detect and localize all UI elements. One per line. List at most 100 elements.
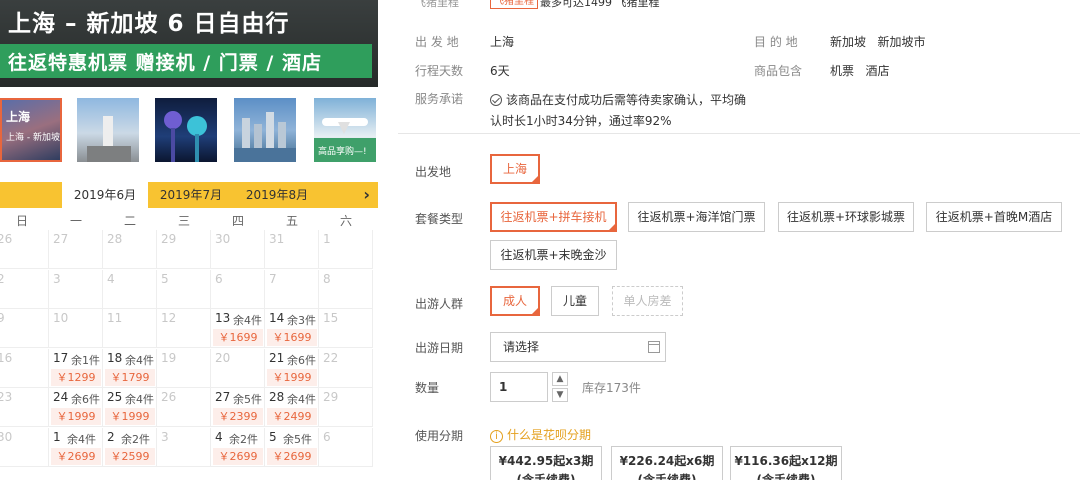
day-number: 12 [161, 311, 177, 325]
traveler-option-adult[interactable]: 成人 [490, 286, 540, 316]
date-label: 出游日期 [415, 341, 464, 355]
calendar-day-cell[interactable]: 21 余6件 ￥1999 [265, 348, 319, 388]
package-option-2[interactable]: 往返机票+海洋馆门票 [628, 202, 765, 232]
stock-remaining: 余2件 [229, 432, 258, 446]
package-option-1[interactable]: 往返机票+拼车接机 [490, 202, 617, 232]
weekday-label: 日 [15, 214, 28, 228]
calendar-day-cell: 31 [265, 230, 319, 269]
calendar-day-cell[interactable]: 1 余4件 ￥2699 [49, 427, 103, 467]
calendar-icon [648, 341, 660, 353]
package-option-3[interactable]: 往返机票+环球影城票 [778, 202, 914, 232]
day-number: 14 [269, 311, 285, 325]
info-icon: i [490, 430, 503, 443]
thumbnail-2[interactable] [77, 98, 139, 162]
tab-month-2[interactable]: 2019年7月 [148, 182, 234, 208]
installment-amount: ¥226.24起x6期 [619, 454, 715, 468]
calendar-day-cell[interactable]: 4 余2件 ￥2699 [211, 427, 265, 467]
weekday-header: 日 一 二 三 四 五 六 [0, 208, 378, 230]
day-price: ￥2699 [213, 447, 263, 465]
day-number: 2 [0, 272, 5, 286]
calendar-day-cell: 2 [0, 269, 49, 309]
package-option-4[interactable]: 往返机票+首晚M酒店 [926, 202, 1062, 232]
day-price: ￥1999 [51, 408, 101, 425]
section-divider [398, 133, 1080, 134]
calendar-day-cell: 7 [265, 269, 319, 309]
traveler-option-single-supplement[interactable]: 单人房差 [612, 286, 683, 316]
banner-subtitle: 往返特惠机票 赠接机 / 门票 / 酒店 [0, 44, 372, 78]
calendar-day-cell: 30 [211, 230, 265, 269]
calendar-day-cell[interactable]: 13 余4件 ￥1699 [211, 309, 265, 348]
day-number: 27 [215, 390, 231, 404]
day-number: 20 [215, 350, 231, 365]
calendar-day-cell[interactable]: 17 余1件 ￥1299 [49, 348, 103, 388]
calendar-day-cell[interactable]: 2 余2件 ￥2599 [103, 427, 157, 467]
stock-remaining: 余4件 [233, 314, 262, 327]
promise-text: 该商品在支付成功后需等待卖家确认，平均确认时长1小时34分钟，通过率92% [490, 93, 747, 128]
calendar-day-cell[interactable]: 28 余4件 ￥2499 [265, 388, 319, 427]
thumbnail-5[interactable]: 高品享购—! [314, 98, 376, 162]
huabei-help-link[interactable]: i 什么是花呗分期 [490, 426, 591, 443]
calendar-day-cell[interactable]: 25 余4件 ￥1999 [103, 388, 157, 427]
installment-amount: ¥442.95起x3期 [498, 454, 594, 468]
installment-option-6[interactable]: ¥226.24起x6期 (含手续费) [611, 446, 723, 480]
installment-option-12[interactable]: ¥116.36起x12期 (含手续费) [730, 446, 842, 480]
calendar-day-cell: 1 [319, 230, 373, 269]
banner-title: 上海 – 新加坡 6 日自由行 [8, 11, 290, 37]
day-number: 3 [53, 271, 61, 286]
day-price: ￥2699 [51, 447, 101, 465]
stock-text: 库存173件 [582, 381, 641, 395]
day-number: 24 [53, 390, 69, 404]
day-number: 15 [323, 311, 339, 325]
calendar-day-cell: 8 [319, 269, 373, 309]
tab-month-1[interactable]: 2019年6月 [62, 182, 148, 208]
package-option-5[interactable]: 往返机票+末晚金沙 [490, 240, 617, 270]
thumbnail-1[interactable]: 上海 上海 - 新加坡 6日自由行 [0, 98, 62, 162]
day-number: 19 [161, 350, 177, 365]
mileage-row: 飞猪里程 飞猪里程 最多可达1499 飞猪里程 [398, 0, 1080, 10]
weekday-label: 四 [231, 214, 244, 228]
quantity-increase-button[interactable]: ▲ [552, 372, 568, 386]
calendar-day-cell: 10 [49, 309, 103, 348]
weekday-label: 三 [177, 214, 190, 228]
day-number: 21 [269, 350, 285, 365]
mileage-text: 最多可达1499 飞猪里程 [540, 0, 660, 9]
stock-remaining: 余4件 [67, 432, 96, 446]
day-price: ￥1299 [51, 368, 101, 386]
day-price: ￥1999 [105, 408, 155, 425]
calendar-day-cell: 19 [157, 348, 211, 388]
date-input[interactable]: 请选择 [490, 332, 666, 362]
day-price: ￥1999 [267, 368, 317, 386]
day-number: 28 [269, 390, 285, 404]
thumbnail-4[interactable] [234, 98, 296, 162]
day-number: 18 [107, 350, 123, 365]
calendar-day-cell[interactable]: 24 余6件 ￥1999 [49, 388, 103, 427]
traveler-option-child[interactable]: 儿童 [551, 286, 599, 316]
day-number: 30 [0, 429, 13, 444]
installment-option-3[interactable]: ¥442.95起x3期 (含手续费) [490, 446, 602, 480]
chevron-right-icon[interactable]: › [363, 185, 370, 204]
depart-value: 上海 [490, 35, 515, 49]
product-detail-panel: 飞猪里程 飞猪里程 最多可达1499 飞猪里程 出 发 地 上海 目 的 地 新… [398, 0, 1080, 480]
day-price: ￥2699 [267, 447, 317, 465]
calendar-day-cell[interactable]: 18 余4件 ￥1799 [103, 348, 157, 388]
tab-month-3[interactable]: 2019年8月 [234, 182, 320, 208]
calendar-day-cell: 12 [157, 309, 211, 348]
stock-remaining: 余4件 [125, 393, 154, 406]
calendar-day-cell[interactable]: 14 余3件 ￥1699 [265, 309, 319, 348]
installment-amount: ¥116.36起x12期 [734, 454, 838, 468]
calendar-day-cell: 22 [319, 348, 373, 388]
quantity-decrease-button[interactable]: ▼ [552, 388, 568, 402]
day-number: 30 [215, 232, 231, 246]
product-banner: 上海 – 新加坡 6 日自由行 往返特惠机票 赠接机 / 门票 / 酒店 [0, 0, 378, 87]
skyline-image [234, 112, 296, 162]
day-number: 3 [161, 429, 169, 444]
day-number: 27 [53, 232, 69, 246]
includes-value: 机票 酒店 [830, 64, 890, 78]
quantity-input[interactable]: 1 [490, 372, 548, 402]
calendar-day-cell[interactable]: 27 余5件 ￥2399 [211, 388, 265, 427]
calendar-day-cell: 26 [0, 230, 49, 269]
calendar-day-cell[interactable]: 5 余5件 ￥2699 [265, 427, 319, 467]
calendar-day-cell: 26 [157, 388, 211, 427]
thumbnail-3[interactable] [155, 98, 217, 162]
origin-option-shanghai[interactable]: 上海 [490, 154, 540, 184]
